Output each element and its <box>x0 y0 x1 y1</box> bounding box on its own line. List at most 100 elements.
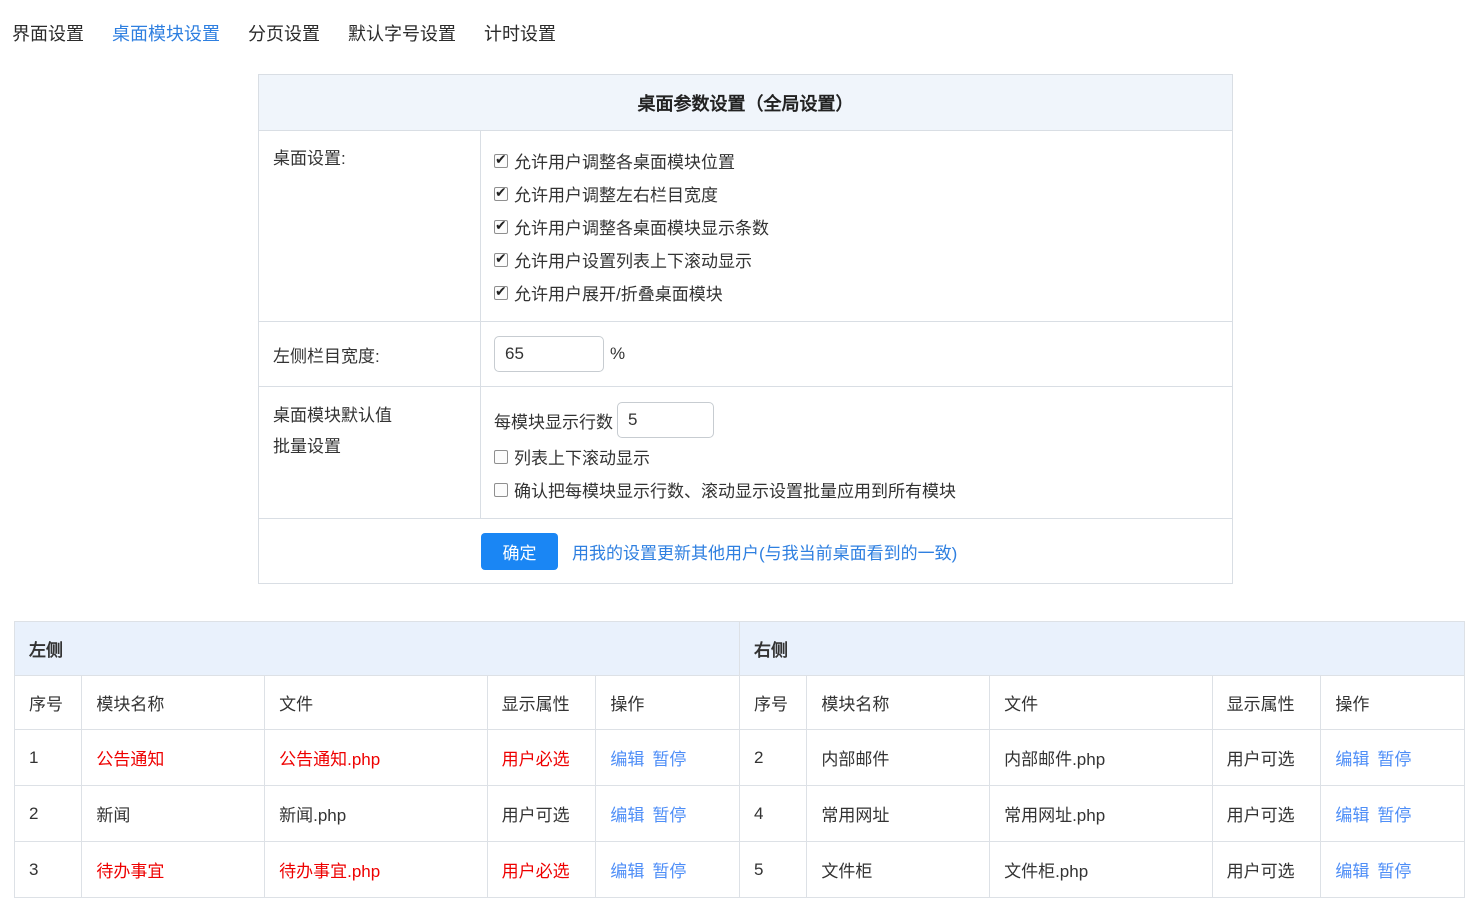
cell-display-attr: 用户可选 <box>487 786 596 842</box>
left-width-label: 左侧栏目宽度: <box>259 322 481 386</box>
cell-module-name: 常用网址 <box>807 786 990 842</box>
cell-file: 新闻.php <box>265 786 488 842</box>
col-file: 文件 <box>990 676 1213 730</box>
cell-file: 公告通知.php <box>265 730 488 786</box>
adjust-row-count-checkbox[interactable] <box>494 220 508 234</box>
pause-link[interactable]: 暂停 <box>652 806 686 825</box>
option-adjust-position: 允许用户调整各桌面模块位置 <box>494 144 1222 177</box>
pause-link[interactable]: 暂停 <box>1377 806 1411 825</box>
col-display-attr: 显示属性 <box>487 676 596 730</box>
pause-link[interactable]: 暂停 <box>652 862 686 881</box>
tab-interface-settings[interactable]: 界面设置 <box>12 20 84 48</box>
cell-no: 3 <box>15 842 82 898</box>
edit-link[interactable]: 编辑 <box>1335 806 1369 825</box>
cell-operation: 编辑暂停 <box>596 842 740 898</box>
cell-file: 文件柜.php <box>990 842 1213 898</box>
col-operation: 操作 <box>596 676 740 730</box>
adjust-position-checkbox[interactable] <box>494 154 508 168</box>
option-adjust-column-width: 允许用户调整左右栏目宽度 <box>494 177 1222 210</box>
tab-pagination-settings[interactable]: 分页设置 <box>248 20 320 48</box>
edit-link[interactable]: 编辑 <box>610 806 644 825</box>
option-batch-scroll: 列表上下滚动显示 <box>494 440 1222 473</box>
option-label: 允许用户调整各桌面模块位置 <box>514 148 735 173</box>
cell-no: 2 <box>739 730 806 786</box>
left-width-row: 左侧栏目宽度: % <box>259 322 1232 387</box>
cell-display-attr: 用户必选 <box>487 730 596 786</box>
batch-label-line2: 批量设置 <box>273 431 470 462</box>
cell-no: 5 <box>739 842 806 898</box>
section-header-right: 右侧 <box>739 622 1464 676</box>
cell-operation: 编辑暂停 <box>1321 842 1465 898</box>
edit-link[interactable]: 编辑 <box>1335 862 1369 881</box>
batch-label-line1: 桌面模块默认值 <box>273 400 470 431</box>
cell-module-name: 新闻 <box>82 786 265 842</box>
col-operation: 操作 <box>1321 676 1465 730</box>
rows-per-module-line: 每模块显示行数 <box>494 400 1222 440</box>
batch-defaults-row: 桌面模块默认值 批量设置 每模块显示行数 列表上下滚动显示 确认把每模块显示行数… <box>259 387 1232 519</box>
cell-display-attr: 用户可选 <box>1212 786 1321 842</box>
modules-table: 左侧 右侧 序号 模块名称 文件 显示属性 操作 序号 模块名称 文件 显示属性… <box>14 621 1465 898</box>
pause-link[interactable]: 暂停 <box>1377 862 1411 881</box>
col-module-name: 模块名称 <box>82 676 265 730</box>
section-header-left: 左侧 <box>15 622 740 676</box>
section-header-row: 左侧 右侧 <box>15 622 1465 676</box>
cell-no: 4 <box>739 786 806 842</box>
left-width-input[interactable] <box>494 336 604 372</box>
edit-link[interactable]: 编辑 <box>1335 750 1369 769</box>
batch-defaults-content: 每模块显示行数 列表上下滚动显示 确认把每模块显示行数、滚动显示设置批量应用到所… <box>481 387 1232 518</box>
batch-confirm-checkbox[interactable] <box>494 483 508 497</box>
cell-file: 常用网址.php <box>990 786 1213 842</box>
tab-desktop-module-settings[interactable]: 桌面模块设置 <box>112 20 220 48</box>
cell-operation: 编辑暂停 <box>1321 730 1465 786</box>
option-batch-confirm: 确认把每模块显示行数、滚动显示设置批量应用到所有模块 <box>494 473 1222 506</box>
cell-no: 2 <box>15 786 82 842</box>
page: { "colors": { "accent_blue": "#2e7fe0", … <box>0 0 1479 898</box>
option-adjust-row-count: 允许用户调整各桌面模块显示条数 <box>494 210 1222 243</box>
expand-collapse-checkbox[interactable] <box>494 286 508 300</box>
pause-link[interactable]: 暂停 <box>652 750 686 769</box>
cell-display-attr: 用户可选 <box>1212 730 1321 786</box>
panel-actions-row: 确定 用我的设置更新其他用户(与我当前桌面看到的一致) <box>259 519 1232 583</box>
col-no: 序号 <box>739 676 806 730</box>
pause-link[interactable]: 暂停 <box>1377 750 1411 769</box>
tab-timing-settings[interactable]: 计时设置 <box>484 20 556 48</box>
list-scroll-checkbox[interactable] <box>494 253 508 267</box>
desktop-settings-options: 允许用户调整各桌面模块位置 允许用户调整左右栏目宽度 允许用户调整各桌面模块显示… <box>481 131 1232 321</box>
cell-operation: 编辑暂停 <box>596 786 740 842</box>
edit-link[interactable]: 编辑 <box>610 750 644 769</box>
option-expand-collapse: 允许用户展开/折叠桌面模块 <box>494 276 1222 309</box>
left-width-content: % <box>481 322 1232 386</box>
percent-unit: % <box>610 344 625 364</box>
option-label: 允许用户展开/折叠桌面模块 <box>514 280 723 305</box>
panel-title: 桌面参数设置（全局设置） <box>259 75 1232 131</box>
option-label: 允许用户调整各桌面模块显示条数 <box>514 214 769 239</box>
batch-scroll-checkbox[interactable] <box>494 450 508 464</box>
option-list-scroll: 允许用户设置列表上下滚动显示 <box>494 243 1222 276</box>
cell-display-attr: 用户必选 <box>487 842 596 898</box>
edit-link[interactable]: 编辑 <box>610 862 644 881</box>
update-other-users-link[interactable]: 用我的设置更新其他用户(与我当前桌面看到的一致) <box>572 539 957 564</box>
rows-per-module-input[interactable] <box>617 402 714 438</box>
cell-module-name: 待办事宜 <box>82 842 265 898</box>
confirm-button[interactable]: 确定 <box>481 533 558 570</box>
batch-defaults-label: 桌面模块默认值 批量设置 <box>259 387 481 518</box>
modules-table-wrap: 左侧 右侧 序号 模块名称 文件 显示属性 操作 序号 模块名称 文件 显示属性… <box>14 621 1465 898</box>
tab-default-font-settings[interactable]: 默认字号设置 <box>348 20 456 48</box>
col-no: 序号 <box>15 676 82 730</box>
cell-no: 1 <box>15 730 82 786</box>
table-row: 3 待办事宜 待办事宜.php 用户必选 编辑暂停 5 文件柜 文件柜.php … <box>15 842 1465 898</box>
cell-operation: 编辑暂停 <box>1321 786 1465 842</box>
option-label: 列表上下滚动显示 <box>514 444 650 469</box>
option-label: 允许用户设置列表上下滚动显示 <box>514 247 752 272</box>
table-row: 1 公告通知 公告通知.php 用户必选 编辑暂停 2 内部邮件 内部邮件.ph… <box>15 730 1465 786</box>
cell-operation: 编辑暂停 <box>596 730 740 786</box>
adjust-column-width-checkbox[interactable] <box>494 187 508 201</box>
cell-module-name: 内部邮件 <box>807 730 990 786</box>
desktop-params-panel: 桌面参数设置（全局设置） 桌面设置: 允许用户调整各桌面模块位置 允许用户调整左… <box>258 74 1233 584</box>
rows-per-module-label: 每模块显示行数 <box>494 408 613 433</box>
cell-file: 内部邮件.php <box>990 730 1213 786</box>
table-row: 2 新闻 新闻.php 用户可选 编辑暂停 4 常用网址 常用网址.php 用户… <box>15 786 1465 842</box>
option-label: 确认把每模块显示行数、滚动显示设置批量应用到所有模块 <box>514 477 956 502</box>
col-display-attr: 显示属性 <box>1212 676 1321 730</box>
col-file: 文件 <box>265 676 488 730</box>
